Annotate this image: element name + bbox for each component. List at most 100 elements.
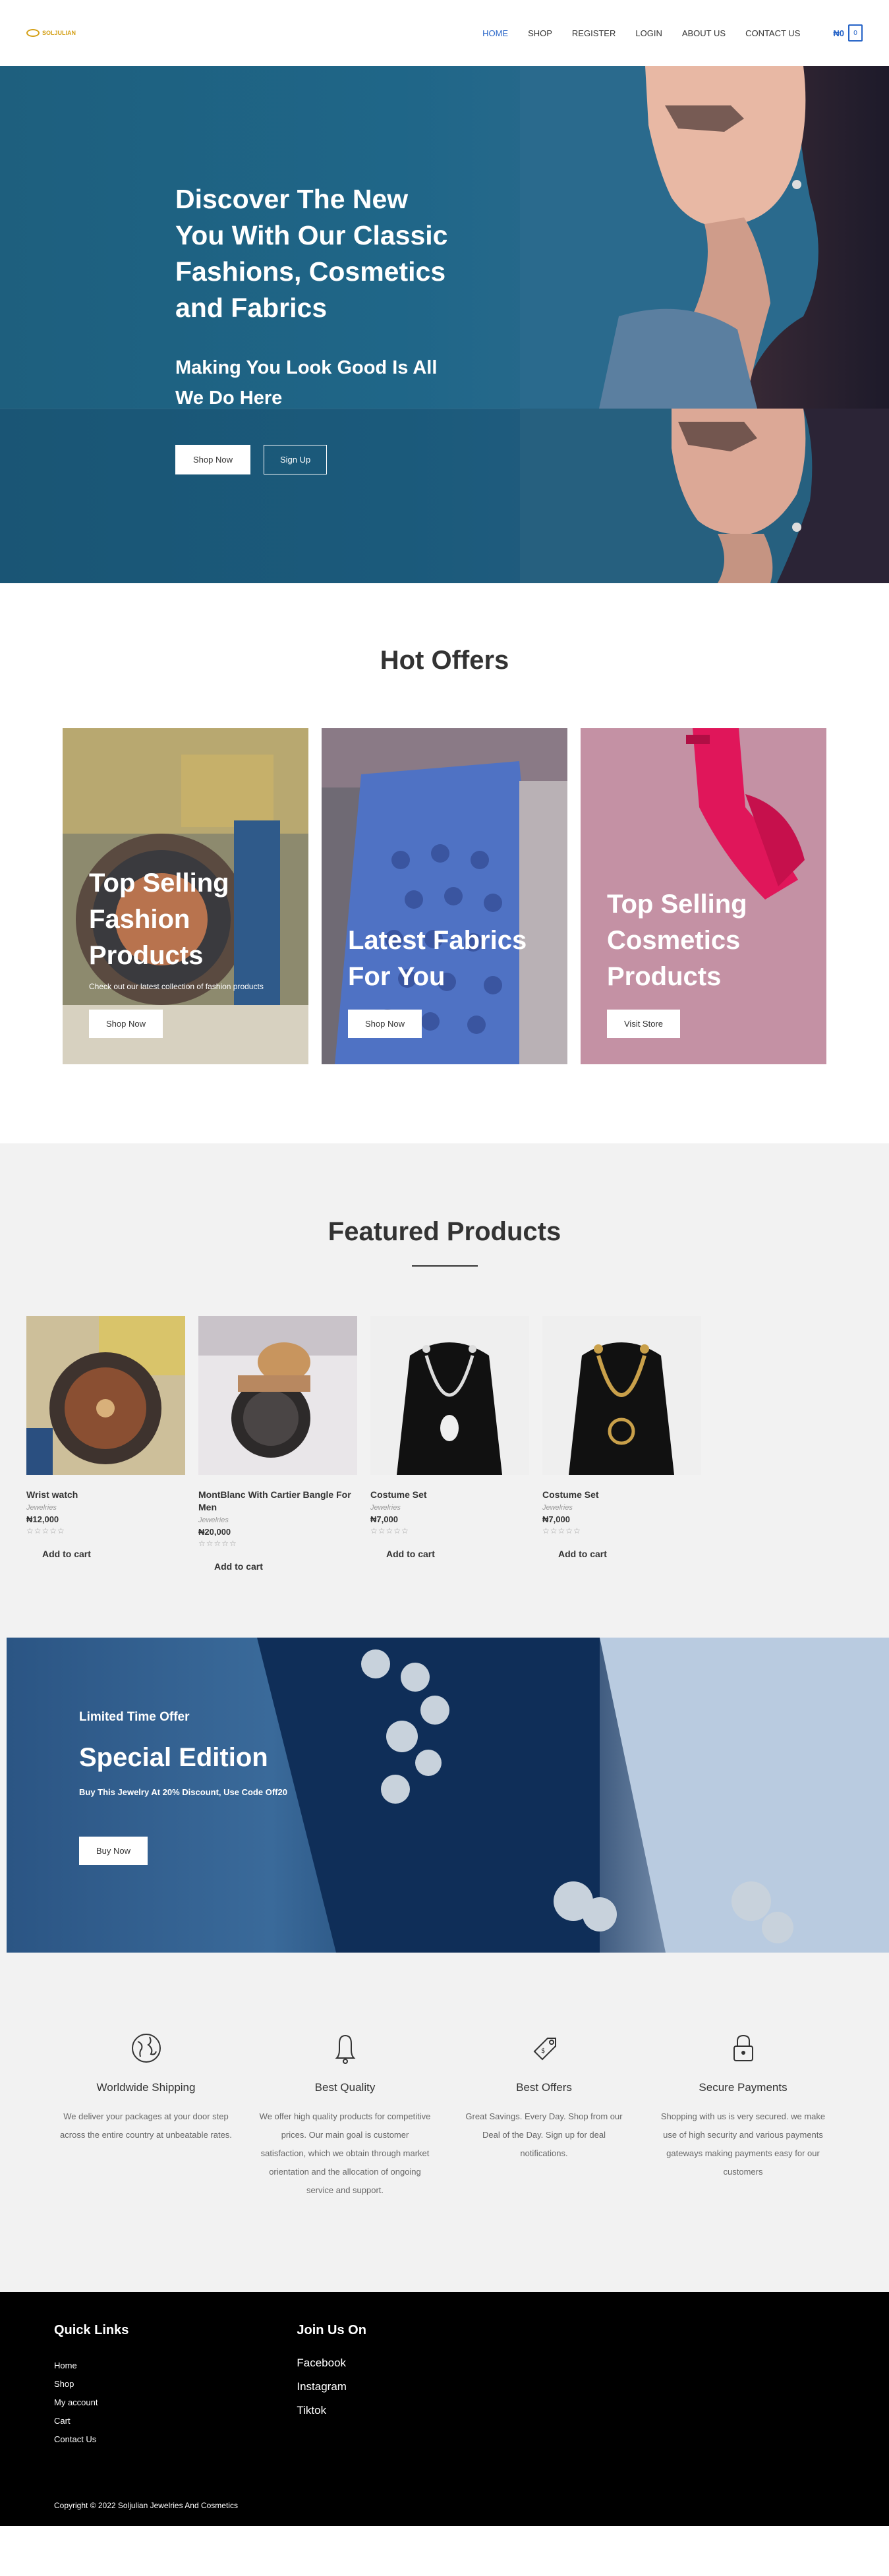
nav-about-us[interactable]: ABOUT US xyxy=(682,28,726,38)
product-rating: ☆☆☆☆☆ xyxy=(542,1526,581,1535)
product-category[interactable]: Jewelries xyxy=(542,1504,701,1512)
feature-title: Best Offers xyxy=(516,2081,572,2094)
site-header: SOLJULIAN HOME SHOP REGISTER LOGIN ABOUT… xyxy=(0,0,889,66)
site-footer: Quick Links Home Shop My account Cart Co… xyxy=(0,2292,889,2526)
product-category[interactable]: Jewelries xyxy=(198,1516,357,1524)
product-card: Costume Set Jewelries ₦7,000 ☆☆☆☆☆ Add t… xyxy=(370,1316,529,1572)
offer-shop-now-button[interactable]: Shop Now xyxy=(89,1010,163,1038)
offer-card-cosmetics[interactable]: Top Selling Cosmetics Products Visit Sto… xyxy=(581,728,826,1064)
cart-icon: 0 xyxy=(848,24,863,42)
add-to-cart-button[interactable]: Add to cart xyxy=(370,1549,529,1559)
product-image[interactable] xyxy=(542,1316,701,1475)
product-name[interactable]: MontBlanc With Cartier Bangle For Men xyxy=(198,1489,357,1514)
nav-home[interactable]: HOME xyxy=(482,28,508,38)
product-card: MontBlanc With Cartier Bangle For Men Je… xyxy=(198,1316,357,1572)
globe-icon xyxy=(131,2034,161,2063)
footer-link-my-account[interactable]: My account xyxy=(54,2393,129,2412)
offer-title: Top Selling Fashion Products xyxy=(89,869,229,970)
hero-shop-now-button[interactable]: Shop Now xyxy=(175,445,250,474)
main-nav: HOME SHOP REGISTER LOGIN ABOUT US CONTAC… xyxy=(482,24,863,42)
feature-payments: Secure Payments Shopping with us is very… xyxy=(657,2032,830,2200)
special-kicker: Limited Time Offer xyxy=(79,1710,190,1724)
bell-icon xyxy=(335,2034,355,2064)
product-name[interactable]: Costume Set xyxy=(542,1489,701,1501)
footer-link-shop[interactable]: Shop xyxy=(54,2375,129,2393)
cart-button[interactable]: ₦0 0 xyxy=(833,24,863,42)
site-logo[interactable]: SOLJULIAN xyxy=(26,29,76,37)
cart-amount: ₦0 xyxy=(833,28,844,38)
product-price: ₦7,000 xyxy=(370,1514,398,1524)
offer-shop-now-button[interactable]: Shop Now xyxy=(348,1010,422,1038)
special-title: Special Edition xyxy=(79,1743,268,1772)
offer-description: Check out our latest collection of fashi… xyxy=(89,982,264,991)
buy-now-button[interactable]: Buy Now xyxy=(79,1837,148,1865)
offer-title: Latest Fabrics For You xyxy=(348,926,527,991)
hero-sign-up-button[interactable]: Sign Up xyxy=(263,445,328,474)
featured-products-title: Featured Products xyxy=(328,1217,561,1246)
special-description: Buy This Jewelry At 20% Discount, Use Co… xyxy=(79,1787,287,1797)
product-name[interactable]: Wrist watch xyxy=(26,1489,185,1501)
social-link-facebook[interactable]: Facebook xyxy=(297,2351,366,2375)
add-to-cart-button[interactable]: Add to cart xyxy=(542,1549,701,1559)
product-price: ₦20,000 xyxy=(198,1527,231,1537)
social-link-instagram[interactable]: Instagram xyxy=(297,2375,366,2399)
hero-buttons: Shop Now Sign Up xyxy=(175,445,452,474)
hero-section: Discover The New You With Our Classic Fa… xyxy=(0,66,889,583)
special-edition-wrap: Limited Time Offer Special Edition Buy T… xyxy=(0,1638,889,1953)
product-rating: ☆☆☆☆☆ xyxy=(198,1539,237,1548)
feature-title: Secure Payments xyxy=(699,2081,788,2094)
product-grid: Wrist watch Jewelries ₦12,000 ☆☆☆☆☆ Add … xyxy=(0,1316,889,1572)
nav-register[interactable]: REGISTER xyxy=(572,28,616,38)
footer-link-contact-us[interactable]: Contact Us xyxy=(54,2430,129,2449)
feature-text: Shopping with us is very secured. we mak… xyxy=(660,2111,826,2177)
copyright-text: Copyright © 2022 Soljulian Jewelries And… xyxy=(54,2501,238,2510)
nav-shop[interactable]: SHOP xyxy=(528,28,552,38)
product-category[interactable]: Jewelries xyxy=(26,1504,185,1512)
hero-woman-image xyxy=(520,66,889,409)
footer-quick-links: Quick Links Home Shop My account Cart Co… xyxy=(54,2323,129,2449)
title-divider xyxy=(411,1265,478,1267)
add-to-cart-button[interactable]: Add to cart xyxy=(26,1549,185,1559)
product-category[interactable]: Jewelries xyxy=(370,1504,529,1512)
feature-offers: $ Best Offers Great Savings. Every Day. … xyxy=(458,2032,631,2200)
offer-card-fabrics[interactable]: Latest Fabrics For You Shop Now xyxy=(322,728,567,1064)
special-edition-banner: Limited Time Offer Special Edition Buy T… xyxy=(7,1638,889,1953)
footer-social: Join Us On Facebook Instagram Tiktok xyxy=(297,2323,366,2449)
tag-icon: $ xyxy=(533,2038,556,2061)
lock-icon xyxy=(733,2034,753,2061)
join-us-heading: Join Us On xyxy=(297,2323,366,2337)
offer-content: Top Selling Cosmetics Products Visit Sto… xyxy=(607,886,807,1038)
social-link-tiktok[interactable]: Tiktok xyxy=(297,2399,366,2422)
nav-login[interactable]: LOGIN xyxy=(635,28,662,38)
special-content: Limited Time Offer Special Edition Buy T… xyxy=(79,1710,287,1865)
footer-columns: Quick Links Home Shop My account Cart Co… xyxy=(54,2323,835,2449)
product-image[interactable] xyxy=(198,1316,357,1475)
offer-visit-store-button[interactable]: Visit Store xyxy=(607,1010,681,1038)
social-links: Facebook Instagram Tiktok xyxy=(297,2351,366,2422)
cart-count: 0 xyxy=(853,29,857,37)
feature-title: Worldwide Shipping xyxy=(96,2081,196,2094)
feature-text: Great Savings. Every Day. Shop from our … xyxy=(465,2111,623,2158)
footer-link-cart[interactable]: Cart xyxy=(54,2412,129,2430)
add-to-cart-button[interactable]: Add to cart xyxy=(198,1561,357,1572)
features-section: Worldwide Shipping We deliver your packa… xyxy=(0,1953,889,2292)
product-price: ₦12,000 xyxy=(26,1514,59,1524)
product-image[interactable] xyxy=(26,1316,185,1475)
feature-title: Best Quality xyxy=(314,2081,376,2094)
product-card: Costume Set Jewelries ₦7,000 ☆☆☆☆☆ Add t… xyxy=(542,1316,701,1572)
offer-card-fashion[interactable]: Top Selling Fashion Products Check out o… xyxy=(63,728,308,1064)
offer-content: Top Selling Fashion Products Check out o… xyxy=(89,865,289,1038)
hot-offers-section: Hot Offers Top Selling Fashion Products … xyxy=(0,583,889,1143)
footer-link-home[interactable]: Home xyxy=(54,2357,129,2375)
hero-title: Discover The New You With Our Classic Fa… xyxy=(175,184,448,323)
product-image[interactable] xyxy=(370,1316,529,1475)
feature-shipping: Worldwide Shipping We deliver your packa… xyxy=(60,2032,233,2200)
hero-content: Discover The New You With Our Classic Fa… xyxy=(175,181,452,474)
product-card: Wrist watch Jewelries ₦12,000 ☆☆☆☆☆ Add … xyxy=(26,1316,185,1572)
hero-woman-image-reflection xyxy=(520,409,889,583)
nav-contact-us[interactable]: CONTACT US xyxy=(745,28,800,38)
product-name[interactable]: Costume Set xyxy=(370,1489,529,1501)
feature-quality: Best Quality We offer high quality produ… xyxy=(259,2032,432,2200)
feature-text: We deliver your packages at your door st… xyxy=(60,2111,232,2140)
offers-grid: Top Selling Fashion Products Check out o… xyxy=(0,728,889,1064)
